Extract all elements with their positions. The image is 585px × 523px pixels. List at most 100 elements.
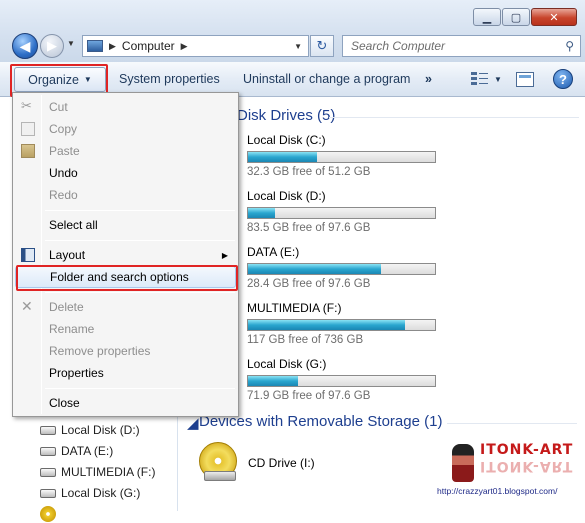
paste-icon [21,144,35,158]
cd-drive-label[interactable]: CD Drive (I:) [248,456,315,470]
menu-item-label: Layout [49,248,86,262]
drive-tile-c[interactable]: Local Disk (C:) 32.3 GB free of 51.2 GB [247,133,442,178]
drive-free-space: 83.5 GB free of 97.6 GB [247,222,371,234]
watermark-figure-icon [452,444,474,482]
forward-button[interactable]: ▶ [40,34,64,58]
drive-name: Local Disk (C:) [247,133,326,147]
nav-item-local-disk-d[interactable]: Local Disk (D:) [40,421,140,439]
hard-disk-group-title[interactable]: Disk Drives (5) [237,107,335,124]
drive-tile-g[interactable]: Local Disk (G:) 71.9 GB free of 97.6 GB [247,357,442,402]
menu-item-redo[interactable]: Redo [15,184,236,206]
search-input[interactable] [349,38,549,54]
content-pane: Disk Drives (5) Local Disk (C:) 32.3 GB … [179,97,585,511]
nav-item-label: MULTIMEDIA (F:) [61,465,156,479]
menu-separator [45,240,235,241]
uninstall-program-button[interactable]: Uninstall or change a program [243,72,410,86]
address-bar[interactable]: ▶ Computer ▶ ▼ [82,35,309,57]
drive-free-space: 28.4 GB free of 97.6 GB [247,278,371,290]
address-dropdown-icon[interactable]: ▼ [294,42,302,51]
nav-item-label: DATA (E:) [61,444,114,458]
menu-item-label: Redo [49,188,78,202]
menu-item-label: Select all [49,218,98,232]
search-box[interactable]: ⚲ [342,35,581,57]
menu-item-paste[interactable]: Paste [15,140,236,162]
menu-item-label: Copy [49,122,78,136]
menu-item-remove-properties[interactable]: Remove properties [15,340,236,362]
drive-usage-fill [248,264,381,274]
menu-item-cut[interactable]: ✂ Cut [15,96,236,118]
drive-tile-f[interactable]: MULTIMEDIA (F:) 117 GB free of 736 GB [247,301,442,346]
title-bar: ▁ ▢ ✕ ◀ ▶ ▼ ▶ Computer ▶ ▼ ↻ ⚲ [0,0,585,62]
menu-item-copy[interactable]: Copy [15,118,236,140]
more-commands-button[interactable]: » [425,72,432,86]
nav-item-local-disk-g[interactable]: Local Disk (G:) [40,484,140,502]
submenu-arrow-icon: ▶ [221,250,228,260]
drive-usage-bar [247,263,436,275]
nav-item-label: Local Disk (G:) [61,486,141,500]
scissors-icon: ✂ [21,98,32,113]
drive-usage-fill [248,152,318,162]
group-divider [329,117,579,118]
menu-item-properties[interactable]: Properties [15,362,236,384]
menu-item-label: Properties [49,366,104,380]
drive-free-space: 71.9 GB free of 97.6 GB [247,390,371,402]
drive-tile-d[interactable]: Local Disk (D:) 83.5 GB free of 97.6 GB [247,189,442,234]
menu-item-layout[interactable]: Layout ▶ [15,244,236,266]
menu-item-rename[interactable]: Rename [15,318,236,340]
breadcrumb-chevron-icon[interactable]: ▶ [181,41,188,52]
menu-item-label: Undo [49,166,78,180]
breadcrumb-computer[interactable]: Computer [122,39,175,53]
change-view-icon[interactable] [471,72,489,87]
nav-item-label: Local Disk (D:) [61,423,140,437]
folder-options-highlight-box [16,265,238,291]
cd-drive-tray-icon [204,471,236,481]
menu-item-select-all[interactable]: Select all [15,214,236,236]
drive-name: Local Disk (G:) [247,357,327,371]
drive-free-space: 32.3 GB free of 51.2 GB [247,166,371,178]
menu-item-label: Paste [49,144,80,158]
nav-item-cd-drive-partial[interactable] [40,505,61,523]
close-button[interactable]: ✕ [531,8,577,26]
organize-menu: ✂ Cut Copy Paste Undo Redo Select all La… [12,92,239,417]
copy-icon [21,122,35,136]
preview-pane-icon[interactable] [516,72,534,87]
drive-name: MULTIMEDIA (F:) [247,301,342,315]
computer-icon [87,40,103,52]
menu-item-close[interactable]: Close [15,392,236,414]
drive-name: DATA (E:) [247,245,300,259]
hard-disk-icon [40,446,56,456]
hard-disk-icon [40,467,56,477]
menu-separator [45,210,235,211]
menu-item-label: Cut [49,100,68,114]
nav-item-multimedia-f[interactable]: MULTIMEDIA (F:) [40,463,155,481]
cd-drive-icon [40,506,56,522]
layout-icon [21,248,35,262]
back-button[interactable]: ◀ [12,33,38,59]
caption-buttons: ▁ ▢ ✕ [472,8,577,26]
maximize-button[interactable]: ▢ [502,8,530,26]
menu-item-label: Remove properties [49,344,151,358]
watermark-logo: ITONK-ART ITONK-ART http://crazzyart01.b… [422,442,574,502]
watermark-url: http://crazzyart01.blogspot.com/ [437,486,558,496]
system-properties-button[interactable]: System properties [119,72,220,86]
search-icon[interactable]: ⚲ [565,39,574,53]
view-options-chevron-icon[interactable]: ▼ [494,75,502,84]
back-arrow-icon: ◀ [19,37,31,54]
drive-tile-e[interactable]: DATA (E:) 28.4 GB free of 97.6 GB [247,245,442,290]
menu-item-label: Close [49,396,80,410]
menu-item-label: Rename [49,322,95,336]
watermark-logo-text: ITONK-ART [480,442,574,458]
menu-item-undo[interactable]: Undo [15,162,236,184]
drive-usage-bar [247,375,436,387]
drive-usage-fill [248,376,298,386]
breadcrumb-separator-icon[interactable]: ▶ [109,41,116,52]
drive-usage-fill [248,208,276,218]
drive-usage-bar [247,319,436,331]
menu-item-delete[interactable]: ✕ Delete [15,296,236,318]
recent-pages-dropdown[interactable]: ▼ [67,39,75,48]
minimize-button[interactable]: ▁ [473,8,501,26]
nav-item-data-e[interactable]: DATA (E:) [40,442,113,460]
refresh-button[interactable]: ↻ [310,35,334,57]
help-button[interactable]: ? [553,69,573,89]
delete-icon: ✕ [21,298,33,314]
